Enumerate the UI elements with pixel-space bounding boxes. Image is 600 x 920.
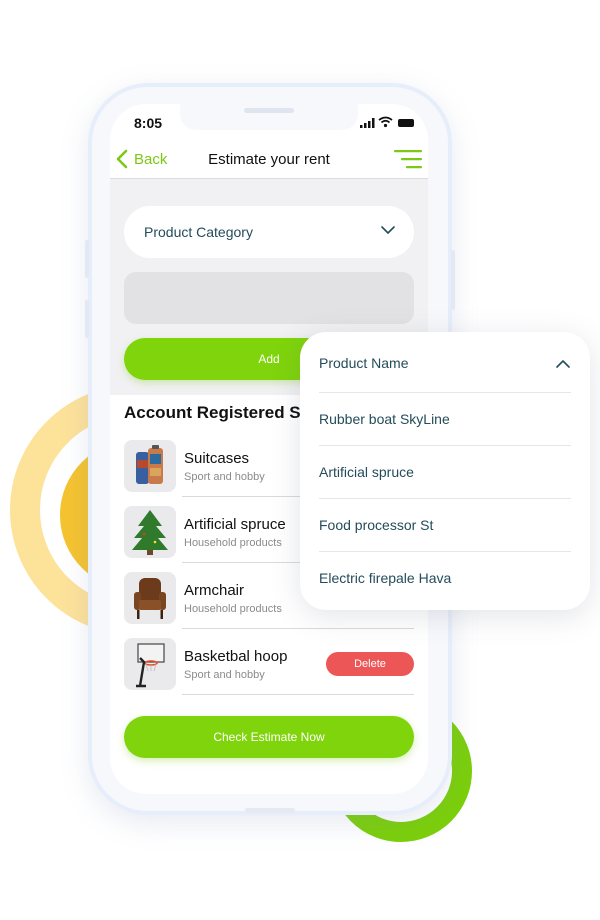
- row-divider: [182, 694, 414, 695]
- dropdown-option[interactable]: Food processor St: [319, 498, 571, 551]
- dropdown-header[interactable]: Product Name: [319, 355, 408, 371]
- armchair-thumbnail: [124, 572, 176, 624]
- dropdown-option[interactable]: Electric firepale Hava: [319, 551, 571, 604]
- phone-speaker: [244, 108, 294, 113]
- status-time: 8:05: [134, 115, 163, 131]
- chevron-down-icon: [381, 226, 395, 234]
- item-category: Household products: [184, 537, 282, 549]
- home-indicator: [245, 808, 295, 813]
- row-divider: [182, 628, 414, 629]
- suitcases-thumbnail: [124, 440, 176, 492]
- volume-down-button: [85, 300, 89, 338]
- signal-icon: [360, 118, 375, 128]
- item-name: Basketbal hoop: [184, 648, 288, 665]
- wifi-icon: [378, 116, 393, 128]
- product-name-field[interactable]: [124, 272, 414, 324]
- product-name-dropdown[interactable]: Product Name Rubber boat SkyLine Artific…: [300, 332, 590, 610]
- dropdown-option[interactable]: Artificial spruce: [319, 445, 571, 498]
- item-category: Household products: [184, 603, 282, 615]
- item-name: Suitcases: [184, 450, 250, 467]
- menu-icon[interactable]: [394, 149, 422, 169]
- delete-button[interactable]: Delete: [326, 652, 414, 676]
- battery-icon: [398, 119, 414, 127]
- item-category: Sport and hobby: [184, 471, 265, 483]
- product-category-label: Product Category: [144, 224, 253, 240]
- power-button: [451, 250, 455, 310]
- list-item[interactable]: Basketbal hoop Sport and hobby Delete: [124, 638, 414, 704]
- dropdown-option[interactable]: Rubber boat SkyLine: [319, 392, 571, 445]
- stage: 8:05 Back Estimate your rent Product Cat…: [0, 0, 600, 920]
- check-estimate-button[interactable]: Check Estimate Now: [124, 716, 414, 758]
- section-title: Account Registered S: [124, 403, 301, 422]
- chevron-up-icon[interactable]: [556, 359, 570, 368]
- page-title: Estimate your rent: [208, 151, 330, 168]
- item-name: Artificial spruce: [184, 516, 286, 533]
- spruce-thumbnail: [124, 506, 176, 558]
- volume-up-button: [85, 240, 89, 278]
- item-category: Sport and hobby: [184, 669, 265, 681]
- basketball-hoop-thumbnail: [124, 638, 176, 690]
- item-name: Armchair: [184, 582, 245, 599]
